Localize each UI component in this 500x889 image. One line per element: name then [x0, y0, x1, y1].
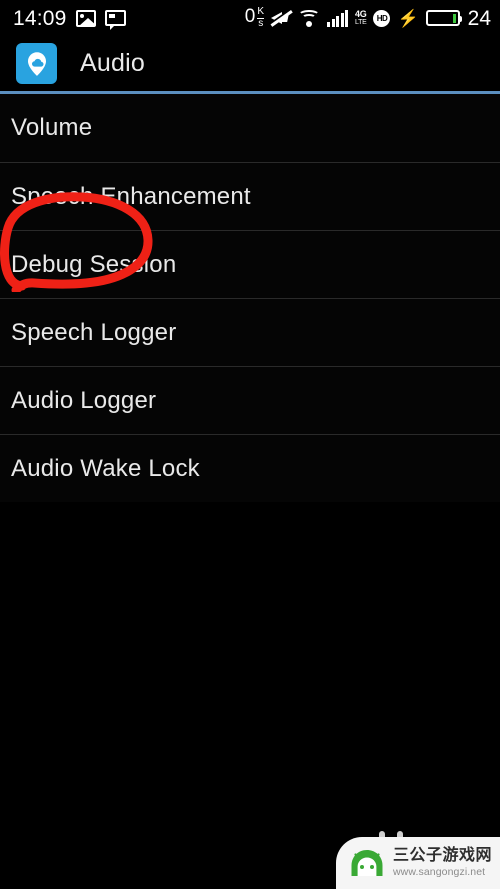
status-bar-right: 0 K s 4G LTE HD ⚡ 24 [244, 5, 491, 30]
list-item-speech-enhancement[interactable]: Speech Enhancement [0, 162, 500, 230]
list-item-label: Speech Logger [11, 318, 177, 346]
network-rate-unit-top: K [257, 5, 265, 17]
network-rate-unit: K s [257, 5, 265, 30]
battery-icon [425, 10, 462, 26]
list-item-volume[interactable]: Volume [0, 94, 500, 162]
wifi-icon [298, 9, 321, 27]
status-bar: 14:09 0 K s 4G LTE HD ⚡ 24 [0, 0, 500, 36]
list-item-audio-logger[interactable]: Audio Logger [0, 366, 500, 434]
site-watermark: 三公子游戏网 www.sangongzi.net [330, 831, 500, 889]
watermark-url: www.sangongzi.net [393, 865, 486, 878]
status-bar-clock: 14:09 [13, 6, 67, 30]
hd-icon: HD [373, 9, 391, 27]
status-bar-left: 14:09 [13, 6, 126, 30]
network-rate-indicator: 0 K s [244, 5, 265, 30]
audio-app-icon [16, 43, 57, 84]
battery-percent-label: 24 [467, 6, 491, 30]
list-item-debug-session[interactable]: Debug Session [0, 230, 500, 298]
list-item-label: Audio Logger [11, 386, 157, 414]
list-item-label: Debug Session [11, 250, 177, 278]
charging-bolt-icon: ⚡ [397, 8, 419, 28]
4g-lte-icon: 4G LTE [355, 9, 367, 27]
signal-bars-icon [327, 9, 349, 27]
list-item-label: Audio Wake Lock [11, 454, 200, 482]
watermark-text: 三公子游戏网 www.sangongzi.net [393, 847, 493, 878]
watermark-box: 三公子游戏网 www.sangongzi.net [336, 837, 500, 889]
photo-icon [75, 9, 96, 27]
network-rate-value: 0 [244, 5, 256, 27]
watermark-site-name: 三公子游戏网 [393, 847, 493, 865]
chat-icon [104, 10, 126, 30]
network-rate-unit-bottom: s [258, 18, 264, 29]
list-item-audio-wake-lock[interactable]: Audio Wake Lock [0, 434, 500, 502]
settings-list: Volume Speech Enhancement Debug Session … [0, 94, 500, 502]
android-robot-icon [351, 850, 383, 876]
mute-icon [270, 7, 293, 27]
network-type-bottom: LTE [355, 19, 367, 26]
list-item-label: Speech Enhancement [11, 182, 251, 210]
page-title: Audio [80, 49, 145, 77]
list-item-label: Volume [11, 114, 93, 141]
list-item-speech-logger[interactable]: Speech Logger [0, 298, 500, 366]
battery-fill [452, 13, 457, 23]
app-title-bar: Audio [0, 36, 500, 91]
network-type-top: 4G [355, 9, 367, 19]
